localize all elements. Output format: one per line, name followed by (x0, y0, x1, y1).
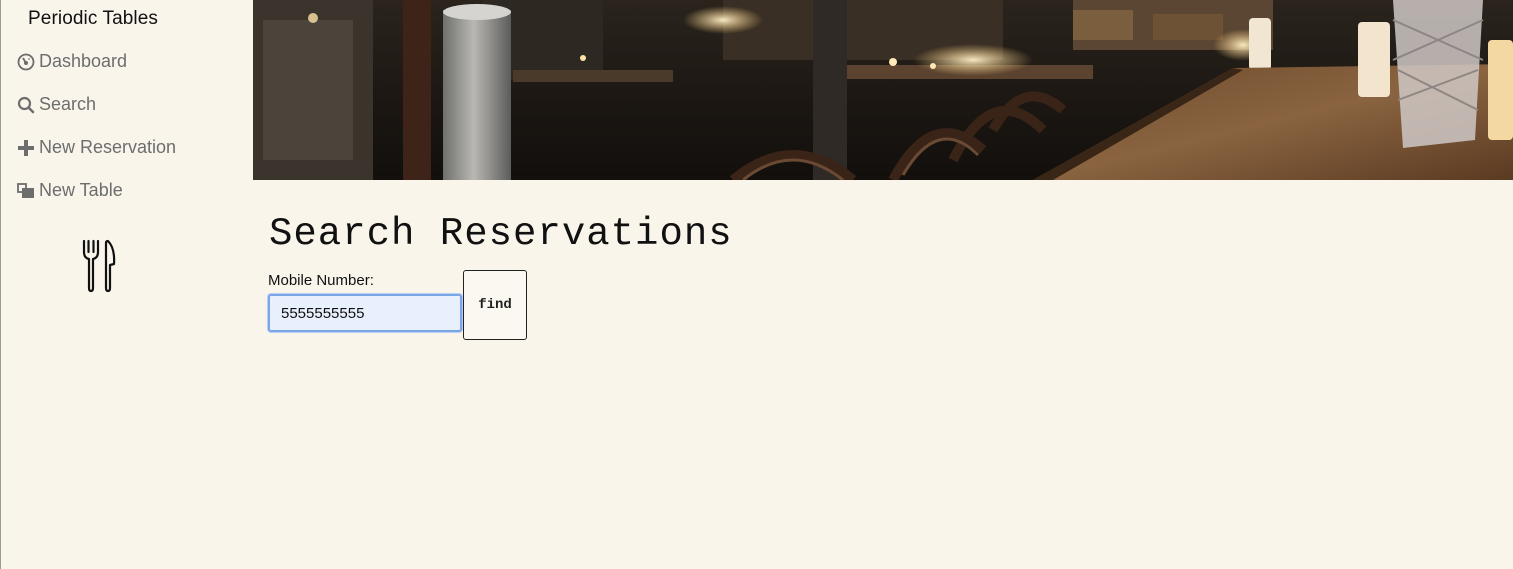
sidebar-item-label: New Table (39, 180, 123, 200)
sidebar: Periodic Tables Dashboard Search New Res… (0, 0, 253, 569)
fork-knife-icon (82, 239, 116, 293)
sidebar-item-search[interactable]: Search (16, 94, 96, 115)
brand-title[interactable]: Periodic Tables (28, 8, 158, 30)
hero-image (253, 0, 1513, 180)
sidebar-item-dashboard[interactable]: Dashboard (16, 51, 127, 72)
sidebar-item-new-table[interactable]: New Table (16, 180, 123, 201)
sidebar-item-label: Search (39, 94, 97, 114)
dashboard-icon (16, 52, 36, 72)
find-button[interactable]: find (463, 270, 527, 340)
sidebar-item-label: Dashboard (39, 51, 128, 71)
page-title: Search Reservations (269, 212, 733, 256)
sidebar-item-new-reservation[interactable]: New Reservation (16, 137, 176, 158)
plus-icon (16, 138, 36, 158)
sidebar-item-label: New Reservation (39, 137, 177, 157)
mobile-number-input[interactable] (268, 294, 462, 332)
table-icon (16, 181, 36, 201)
mobile-number-label: Mobile Number: (268, 272, 374, 289)
search-icon (16, 95, 36, 115)
